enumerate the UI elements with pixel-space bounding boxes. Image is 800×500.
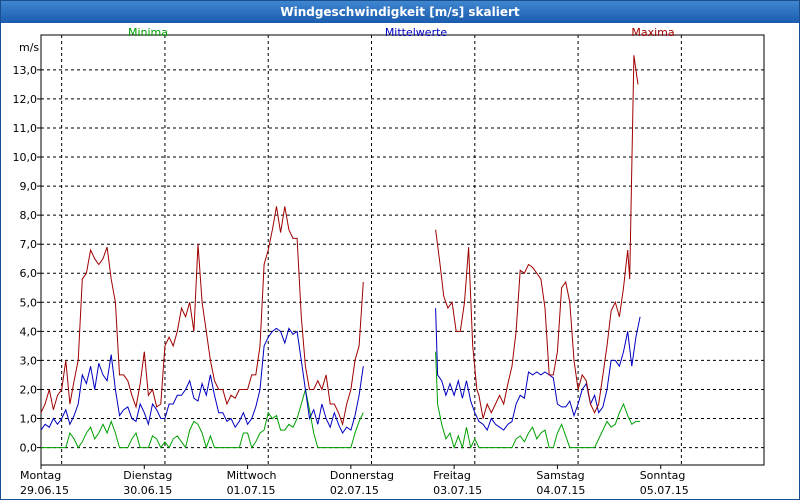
x-tick-weekday: Sonntag: [640, 469, 686, 482]
y-tick-label: 2,0: [20, 383, 38, 396]
legend-minima: Minima: [128, 26, 168, 39]
x-tick-date: 01.07.15: [227, 484, 276, 497]
legend: Minima Mittelwerte Maxima: [128, 26, 675, 39]
y-tick-label: 5,0: [20, 296, 38, 309]
y-tick-label: 1,0: [20, 413, 38, 426]
x-tick-date: 29.06.15: [20, 484, 69, 497]
y-tick-label: 3,0: [20, 354, 38, 367]
y-tick-label: 4,0: [20, 325, 38, 338]
chart-window: Windgeschwindigkeit [m/s] skaliert 0,0 1,…: [0, 0, 800, 500]
x-tick-date: 30.06.15: [123, 484, 172, 497]
wind-speed-chart: 0,0 1,0 2,0 3,0 4,0 5,0 6,0 7,0 8,0 9,0 10,0 11,0 12…: [13, 26, 765, 497]
grid-lines: [37, 35, 764, 469]
x-tick-weekday: Donnerstag: [330, 469, 394, 482]
x-tick-weekday: Montag: [20, 469, 61, 482]
series-lines: [40, 55, 641, 450]
y-axis-unit: m/s: [19, 41, 39, 54]
series-line-minima: [435, 351, 641, 450]
x-tick-date: 04.07.15: [536, 484, 585, 497]
x-axis-ticks: Montag 29.06.15 Dienstag 30.06.15 Mittwoch 01…: [20, 469, 689, 497]
x-tick-weekday: Dienstag: [123, 469, 172, 482]
y-tick-label: 7,0: [20, 238, 38, 251]
plot-frame: [40, 34, 765, 466]
x-tick-weekday: Mittwoch: [227, 469, 277, 482]
series-line-mittelwerte: [40, 327, 364, 434]
legend-maxima: Maxima: [631, 26, 674, 39]
y-tick-label: 10,0: [13, 151, 38, 164]
x-tick-weekday: Samstag: [536, 469, 584, 482]
y-tick-label: 13,0: [13, 64, 38, 77]
legend-mittelwerte: Mittelwerte: [385, 26, 448, 39]
series-line-maxima: [435, 55, 639, 419]
x-tick-date: 05.07.15: [640, 484, 689, 497]
y-tick-label: 9,0: [20, 180, 38, 193]
x-tick-date: 03.07.15: [433, 484, 482, 497]
y-tick-label: 6,0: [20, 267, 38, 280]
plot-border: [40, 34, 765, 466]
x-tick-date: 02.07.15: [330, 484, 379, 497]
y-tick-label: 11,0: [13, 122, 38, 135]
x-tick-weekday: Freitag: [433, 469, 471, 482]
y-axis-ticks: 0,0 1,0 2,0 3,0 4,0 5,0 6,0 7,0 8,0 9,0 10,0 11,0 12…: [13, 41, 40, 455]
y-tick-label: 12,0: [13, 93, 38, 106]
series-line-maxima: [40, 206, 364, 427]
y-tick-label: 8,0: [20, 209, 38, 222]
y-tick-label: 0,0: [20, 442, 38, 455]
window-title: Windgeschwindigkeit [m/s] skaliert: [1, 1, 799, 23]
